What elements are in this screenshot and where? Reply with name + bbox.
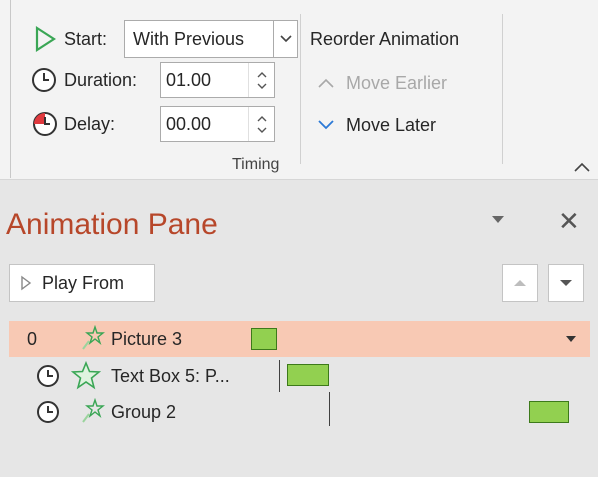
play-from-label: Play From xyxy=(42,272,125,293)
clock-icon xyxy=(37,365,59,387)
pane-title: Animation Pane xyxy=(6,208,218,241)
play-start-icon xyxy=(35,26,56,52)
duration-input[interactable]: 01.00 xyxy=(160,62,275,98)
group-separator xyxy=(300,14,301,164)
timeline-bar[interactable] xyxy=(251,328,277,350)
emphasis-star-icon xyxy=(82,398,105,423)
move-down-button[interactable] xyxy=(548,264,584,302)
delay-clock-icon xyxy=(33,112,57,136)
spin-down-icon[interactable] xyxy=(257,83,267,90)
item-dropdown-icon[interactable] xyxy=(565,335,577,343)
start-label: Start: xyxy=(64,29,108,49)
spin-up-icon[interactable] xyxy=(257,71,267,78)
spin-up-icon[interactable] xyxy=(257,115,267,122)
animation-item-group-2[interactable]: Group 2 xyxy=(9,392,590,430)
triangle-down-icon xyxy=(560,280,572,286)
timeline-marker xyxy=(329,392,330,426)
item-number: 0 xyxy=(27,328,38,349)
move-earlier-button[interactable]: Move Earlier xyxy=(318,68,447,98)
chevron-down-icon xyxy=(318,120,334,130)
clock-icon xyxy=(32,68,56,92)
close-icon[interactable]: ✕ xyxy=(558,206,580,237)
animation-item-text-box-5[interactable]: Text Box 5: P... xyxy=(9,358,590,394)
item-name: Picture 3 xyxy=(111,328,183,349)
collapse-ribbon-icon[interactable] xyxy=(574,162,590,172)
timing-group-label: Timing xyxy=(232,156,280,173)
pane-options-icon[interactable] xyxy=(490,214,506,224)
group-separator xyxy=(502,14,503,164)
move-later-button[interactable]: Move Later xyxy=(318,110,436,140)
move-earlier-label: Move Earlier xyxy=(346,72,448,93)
clock-icon xyxy=(37,401,59,423)
move-later-label: Move Later xyxy=(346,114,437,135)
reorder-title: Reorder Animation xyxy=(310,29,460,49)
play-icon xyxy=(21,275,32,291)
item-name: Text Box 5: P... xyxy=(111,365,230,386)
timeline-marker xyxy=(279,360,280,392)
move-up-button[interactable] xyxy=(502,264,538,302)
chevron-up-icon xyxy=(318,78,334,88)
entrance-star-icon xyxy=(71,361,101,390)
delay-value: 00.00 xyxy=(166,113,212,134)
item-name: Group 2 xyxy=(111,401,177,422)
delay-label: Delay: xyxy=(64,114,116,134)
play-from-button[interactable]: Play From xyxy=(9,264,155,302)
ribbon-edge xyxy=(10,0,11,178)
duration-spinner[interactable] xyxy=(248,63,274,97)
timeline-bar[interactable] xyxy=(529,401,569,423)
emphasis-star-icon xyxy=(82,325,105,350)
animation-item-picture-3[interactable]: 0 Picture 3 xyxy=(9,321,590,357)
timeline-bar[interactable] xyxy=(287,364,329,386)
triangle-up-icon xyxy=(514,280,526,286)
delay-input[interactable]: 00.00 xyxy=(160,106,275,142)
spin-down-icon[interactable] xyxy=(257,127,267,134)
start-select-value: With Previous xyxy=(133,28,245,49)
chevron-down-icon[interactable] xyxy=(273,21,297,57)
delay-spinner[interactable] xyxy=(248,107,274,141)
duration-value: 01.00 xyxy=(166,69,212,90)
duration-label: Duration: xyxy=(64,70,138,90)
start-select[interactable]: With Previous xyxy=(124,20,298,58)
ribbon-animations: Start: With Previous Duration: 01.00 Del… xyxy=(0,0,598,180)
